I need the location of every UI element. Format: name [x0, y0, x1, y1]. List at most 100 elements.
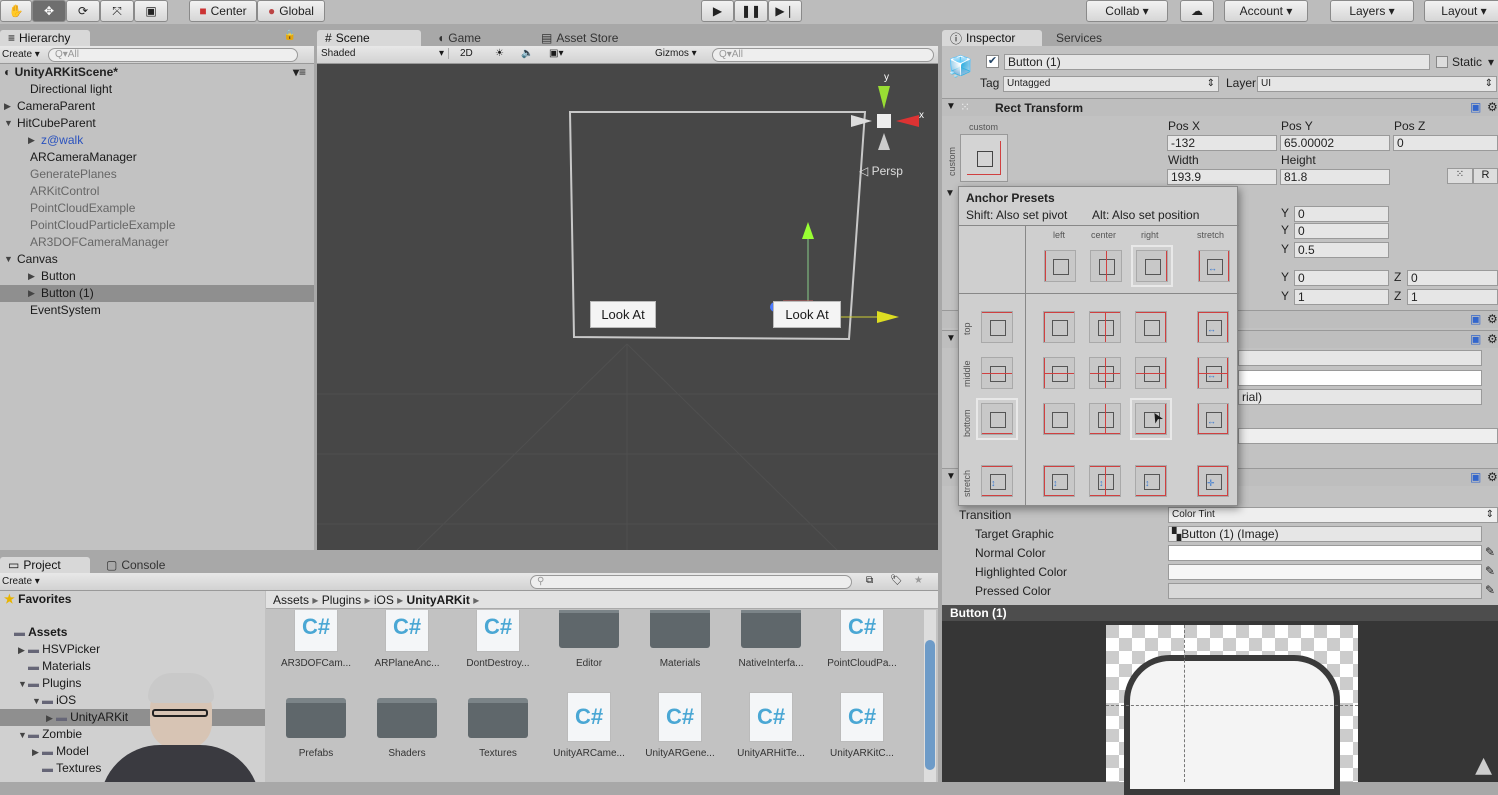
- look-at-button-2[interactable]: Look At: [773, 301, 841, 328]
- pos-y-input[interactable]: 65.00002: [1280, 135, 1390, 151]
- tab-asset-store[interactable]: ▤ Asset Store: [533, 30, 626, 46]
- hierarchy-item[interactable]: PointCloudExample: [0, 200, 314, 217]
- project-tree-item[interactable]: ▶ ▬ HSVPicker: [0, 641, 265, 658]
- asset-item[interactable]: C# UnityARHitTe...: [731, 692, 811, 759]
- asset-item[interactable]: C# UnityARCame...: [549, 692, 629, 759]
- foldout-arrow-icon[interactable]: ▼: [18, 676, 28, 693]
- preset-bottom-left[interactable]: [1043, 403, 1075, 435]
- preset-row-top[interactable]: [981, 311, 1013, 343]
- foldout-arrow-icon[interactable]: ▼: [32, 693, 42, 710]
- layout-dropdown[interactable]: Layout ▾: [1424, 0, 1498, 22]
- breadcrumb-unityarkit[interactable]: UnityARKit: [407, 593, 470, 607]
- pos-x-input[interactable]: -132: [1167, 135, 1277, 151]
- create-button[interactable]: Create ▾: [2, 49, 40, 60]
- tab-project[interactable]: ▭ Project: [0, 557, 90, 573]
- project-tree-item[interactable]: ▬ Assets: [0, 624, 265, 641]
- active-checkbox[interactable]: ✔: [986, 55, 999, 68]
- gear-icon[interactable]: ⚙: [1487, 100, 1498, 114]
- asset-item[interactable]: C# ARPlaneAnc...: [367, 610, 447, 669]
- foldout-arrow-icon[interactable]: ▶: [28, 132, 35, 149]
- scale-tool-button[interactable]: ⤧: [100, 0, 134, 22]
- preset-bottom-center[interactable]: [1089, 403, 1121, 435]
- play-button[interactable]: ▶: [701, 0, 734, 22]
- hierarchy-item[interactable]: ▼ Canvas: [0, 251, 314, 268]
- pressed-color-field[interactable]: [1168, 583, 1482, 599]
- transition-dropdown[interactable]: Color Tint ⇕: [1168, 507, 1498, 523]
- material-field[interactable]: rial): [1238, 389, 1482, 405]
- asset-item[interactable]: Textures: [458, 692, 538, 759]
- filter-label-icon[interactable]: 🏷: [890, 575, 903, 586]
- preset-row-bottom[interactable]: [976, 398, 1018, 440]
- hierarchy-item[interactable]: ARKitControl: [0, 183, 314, 200]
- rotation-y-input[interactable]: 0: [1294, 270, 1389, 286]
- gizmos-dropdown[interactable]: Gizmos ▾: [655, 48, 697, 59]
- raw-edit-button[interactable]: R: [1473, 168, 1498, 184]
- breadcrumb-plugins[interactable]: Plugins: [322, 593, 361, 607]
- step-button[interactable]: ▶❘: [768, 0, 802, 22]
- anchors-foldout[interactable]: ▼: [945, 188, 955, 199]
- foldout-arrow-icon[interactable]: ▼: [4, 251, 13, 268]
- layer-dropdown[interactable]: UI ⇕: [1257, 76, 1497, 92]
- asset-item[interactable]: Shaders: [367, 692, 447, 759]
- eyedropper-icon[interactable]: ✎: [1485, 564, 1495, 578]
- preset-top-stretch[interactable]: ↔: [1198, 250, 1230, 282]
- project-search-input[interactable]: ⚲: [530, 575, 852, 589]
- preset-bottom-stretch[interactable]: ↔: [1197, 403, 1229, 435]
- hierarchy-item[interactable]: ARCameraManager: [0, 149, 314, 166]
- tag-dropdown[interactable]: Untagged ⇕: [1003, 76, 1219, 92]
- hierarchy-item[interactable]: GeneratePlanes: [0, 166, 314, 183]
- pos-z-input[interactable]: 0: [1393, 135, 1498, 151]
- preset-stretch-right[interactable]: ↕: [1135, 465, 1167, 497]
- rect-transform-header[interactable]: ▼ ⁙ Rect Transform ▣ ⚙: [942, 98, 1498, 116]
- height-input[interactable]: 81.8: [1280, 169, 1390, 185]
- layers-dropdown[interactable]: Layers ▾: [1330, 0, 1414, 22]
- 2d-toggle[interactable]: 2D: [460, 48, 473, 59]
- move-tool-button[interactable]: ✥: [32, 0, 66, 22]
- preset-top-left[interactable]: [1044, 250, 1076, 282]
- asset-item[interactable]: C# UnityARGene...: [640, 692, 720, 759]
- asset-item[interactable]: NativeInterfa...: [731, 610, 811, 669]
- breadcrumb-assets[interactable]: Assets: [273, 593, 309, 607]
- image-type-dropdown[interactable]: [1238, 428, 1498, 444]
- persp-label[interactable]: ◁ Persp: [859, 164, 903, 178]
- asset-scrollbar[interactable]: [924, 610, 936, 782]
- scale-y-input[interactable]: 1: [1294, 289, 1389, 305]
- preset-top-stretch[interactable]: ↔: [1197, 311, 1229, 343]
- preset-middle-stretch[interactable]: ↔: [1197, 357, 1229, 389]
- hierarchy-item[interactable]: AR3DOFCameraManager: [0, 234, 314, 251]
- source-image-field[interactable]: [1238, 350, 1482, 366]
- foldout-arrow-icon[interactable]: ▶: [28, 285, 35, 302]
- hand-tool-button[interactable]: ✋: [0, 0, 32, 22]
- anchor-min-y-input[interactable]: 0: [1294, 206, 1389, 222]
- preset-stretch-left[interactable]: ↕: [1043, 465, 1075, 497]
- eyedropper-icon[interactable]: ✎: [1485, 583, 1495, 597]
- tab-hierarchy[interactable]: ≡ Hierarchy: [0, 30, 90, 46]
- hierarchy-item[interactable]: ▶ CameraParent: [0, 98, 314, 115]
- preset-top-right[interactable]: [1131, 245, 1173, 287]
- shading-dropdown[interactable]: Shaded ▾: [321, 48, 449, 59]
- favorite-star-icon[interactable]: ★: [914, 575, 923, 586]
- target-graphic-field[interactable]: ▚Button (1) (Image): [1168, 526, 1482, 542]
- audio-icon[interactable]: 🔈: [521, 48, 533, 59]
- filter-type-icon[interactable]: ⧉: [866, 575, 873, 586]
- tab-console[interactable]: ▢ Console: [98, 557, 173, 573]
- cloud-button[interactable]: ☁: [1180, 0, 1214, 22]
- breadcrumb-ios[interactable]: iOS: [374, 593, 394, 607]
- hierarchy-item[interactable]: EventSystem: [0, 302, 314, 319]
- hierarchy-item[interactable]: ▶ z@walk: [0, 132, 314, 149]
- pivot-center-button[interactable]: ■ Center: [189, 0, 257, 22]
- pause-button[interactable]: ❚❚: [734, 0, 768, 22]
- asset-item[interactable]: C# UnityARKitC...: [822, 692, 902, 759]
- collab-button[interactable]: Collab ▾: [1086, 0, 1168, 22]
- favorites-item[interactable]: ★ Favorites: [0, 591, 265, 608]
- space-global-button[interactable]: ● Global: [257, 0, 325, 22]
- anchor-presets-button[interactable]: [960, 134, 1008, 182]
- asset-item[interactable]: Materials: [640, 610, 720, 669]
- rect-tool-button[interactable]: ▣: [134, 0, 168, 22]
- rotate-tool-button[interactable]: ⟳: [66, 0, 100, 22]
- blueprint-mode-button[interactable]: ⁙: [1447, 168, 1473, 184]
- object-name-input[interactable]: Button (1): [1004, 54, 1430, 70]
- foldout-arrow-icon[interactable]: ▶: [28, 268, 35, 285]
- foldout-arrow-icon[interactable]: ▶: [18, 642, 28, 659]
- hierarchy-item[interactable]: Directional light: [0, 81, 314, 98]
